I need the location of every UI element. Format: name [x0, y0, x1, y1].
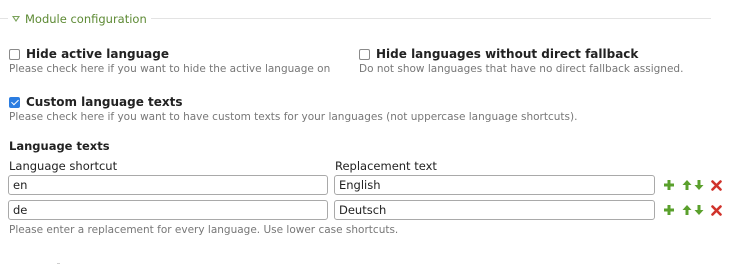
replacement-text-input[interactable]: [334, 200, 655, 220]
fieldset-legend-label: Module configuration: [25, 11, 147, 26]
language-shortcut-input[interactable]: [8, 200, 328, 220]
hide-active-language-checkbox[interactable]: [9, 48, 20, 60]
delete-icon[interactable]: [709, 178, 723, 192]
hide-active-language-help: Please check here if you want to hide th…: [9, 63, 331, 75]
collapse-arrow-icon[interactable]: [12, 15, 20, 22]
arrow-down-icon[interactable]: [692, 178, 706, 192]
arrow-down-icon[interactable]: [692, 203, 706, 217]
plus-icon[interactable]: [662, 178, 676, 192]
hide-no-fallback-help: Do not show languages that have no direc…: [359, 63, 684, 75]
replacement-text-column-label: Replacement text: [335, 159, 437, 173]
language-texts-title: Language texts: [9, 139, 110, 153]
divider: [57, 263, 60, 264]
language-shortcut-input[interactable]: [8, 175, 328, 195]
option-hide-active-language: Hide active language Please check here i…: [9, 46, 330, 75]
delete-icon[interactable]: [709, 203, 723, 217]
language-shortcut-column-label: Language shortcut: [9, 159, 118, 173]
hide-no-fallback-checkbox[interactable]: [359, 48, 370, 60]
fieldset-legend[interactable]: Module configuration: [8, 10, 151, 27]
row-actions: [662, 175, 723, 195]
hide-active-language-label[interactable]: Hide active language: [26, 47, 169, 61]
hide-no-fallback-label[interactable]: Hide languages without direct fallback: [376, 47, 638, 61]
option-custom-language-texts: Custom language texts Please check here …: [9, 94, 577, 123]
language-texts-help: Please enter a replacement for every lan…: [9, 224, 399, 236]
option-hide-no-fallback: Hide languages without direct fallback D…: [359, 46, 683, 75]
replacement-text-input[interactable]: [334, 175, 655, 195]
custom-language-texts-label[interactable]: Custom language texts: [26, 95, 183, 109]
row-actions: [662, 200, 723, 220]
custom-language-texts-help: Please check here if you want to have cu…: [9, 111, 578, 123]
plus-icon[interactable]: [662, 203, 676, 217]
custom-language-texts-checkbox[interactable]: [9, 96, 20, 108]
